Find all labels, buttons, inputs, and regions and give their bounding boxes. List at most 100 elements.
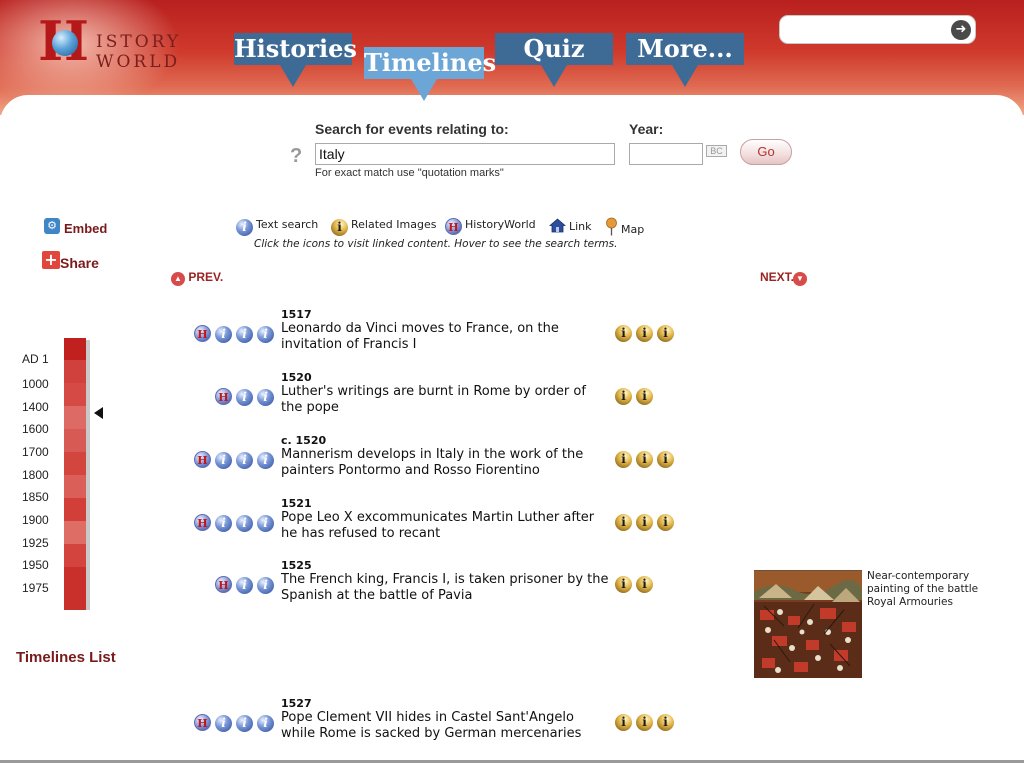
tab-pointer [672, 65, 698, 87]
info-icon[interactable]: i [215, 715, 232, 732]
arrow-right-circle-icon[interactable]: ➜ [951, 20, 971, 40]
event-link-icons: Hiii [190, 451, 274, 469]
share-plus-icon[interactable]: + [42, 251, 60, 269]
tab-quiz[interactable]: Quiz [495, 33, 613, 87]
image-icon: i [331, 219, 348, 236]
timeline-event: Hi i 1520 Luther's writings are burnt in Ro… [0, 371, 1024, 421]
image-icon[interactable]: i [615, 325, 632, 342]
image-icon[interactable]: i [615, 514, 632, 531]
info-icon[interactable]: i [236, 452, 253, 469]
arrow-down-icon: ▼ [793, 272, 808, 286]
help-icon[interactable]: ? [290, 145, 302, 168]
historyworld-icon[interactable]: H [194, 325, 211, 342]
legend-caption: Click the icons to visit linked content.… [254, 238, 618, 250]
image-icon[interactable]: i [615, 451, 632, 468]
image-icon[interactable]: i [636, 576, 653, 593]
timeline-event: Hi i i 1527 Pope Clement VII hides in Castel… [0, 697, 1024, 747]
next-link[interactable]: NEXT. ▼ [760, 270, 808, 286]
info-icon[interactable]: i [236, 326, 253, 343]
image-icon[interactable]: i [657, 451, 674, 468]
image-icon[interactable]: i [636, 451, 653, 468]
bc-toggle[interactable]: BC [706, 145, 727, 157]
year-input[interactable] [629, 143, 703, 165]
image-icon[interactable]: i [657, 714, 674, 731]
arrow-up-icon: ▲ [171, 272, 185, 286]
caption-text: Near-contemporary painting of the battle [867, 570, 979, 595]
info-icon[interactable]: i [257, 715, 274, 732]
info-icon[interactable]: i [257, 389, 274, 406]
embed-link[interactable]: Embed [64, 221, 107, 236]
share-link[interactable]: Share [60, 255, 99, 271]
timelines-list-link[interactable]: Timelines List [16, 649, 116, 666]
event-image-icons: iii [615, 451, 678, 469]
legend-label: Map [621, 223, 645, 236]
site-search-input[interactable] [788, 20, 948, 40]
image-icon[interactable]: i [615, 714, 632, 731]
timeline-event: Hi i i c. 1520 Mannerism develops in Italy i… [0, 434, 1024, 484]
image-icon[interactable]: i [636, 514, 653, 531]
tab-more[interactable]: More... [626, 33, 744, 87]
house-link-icon [548, 218, 567, 233]
event-text: The French king, Francis I, is taken pri… [281, 572, 609, 603]
info-icon[interactable]: i [215, 515, 232, 532]
event-text: Mannerism develops in Italy in the work … [281, 447, 584, 478]
image-icon[interactable]: i [636, 714, 653, 731]
legend-text-search: i Text search [236, 218, 318, 236]
info-icon[interactable]: i [236, 515, 253, 532]
logo-line1: ISTORY [96, 32, 182, 52]
timeline-event: Hi i i 1517 Leonardo da Vinci moves to Franc… [0, 308, 1024, 358]
tab-histories[interactable]: Histories [234, 33, 357, 87]
historyworld-icon[interactable]: H [194, 714, 211, 731]
event-date: 1520 [281, 371, 312, 384]
info-icon[interactable]: i [257, 577, 274, 594]
event-text: Luther's writings are burnt in Rome by o… [281, 384, 586, 415]
year-label: Year: [629, 121, 664, 137]
historyworld-icon[interactable]: H [194, 514, 211, 531]
event-search-input[interactable] [315, 143, 615, 165]
battle-of-pavia-painting[interactable] [754, 570, 862, 678]
info-icon[interactable]: i [215, 452, 232, 469]
tab-histories-label: Histories [234, 34, 357, 63]
tab-pointer [280, 65, 306, 87]
info-icon[interactable]: i [215, 326, 232, 343]
legend-label: Link [569, 220, 592, 233]
info-icon[interactable]: i [257, 326, 274, 343]
next-label: NEXT. [760, 270, 795, 284]
site-search-box: ➜ [779, 15, 976, 44]
embed-icon[interactable]: ⚙ [44, 218, 60, 234]
image-icon[interactable]: i [657, 514, 674, 531]
prev-link[interactable]: ▲ PREV. [171, 270, 223, 286]
historyworld-logo[interactable]: H ISTORY WORLD [38, 12, 188, 72]
event-date: c. 1520 [281, 434, 327, 447]
image-icon[interactable]: i [657, 325, 674, 342]
historyworld-icon[interactable]: H [194, 451, 211, 468]
event-image-icons: ii [615, 388, 657, 406]
event-image-icons: iii [615, 514, 678, 532]
legend-related-images: i Related Images [331, 218, 436, 236]
go-button[interactable]: Go [740, 139, 792, 165]
event-date: 1527 [281, 697, 312, 710]
info-icon[interactable]: i [236, 715, 253, 732]
info-icon[interactable]: i [236, 389, 253, 406]
tab-timelines[interactable]: Timelines [364, 47, 496, 101]
info-icon[interactable]: i [257, 515, 274, 532]
content-area [0, 95, 1024, 763]
historyworld-icon: H [445, 218, 462, 235]
image-icon[interactable]: i [615, 576, 632, 593]
tab-pointer [411, 79, 437, 101]
image-icon[interactable]: i [636, 325, 653, 342]
tab-more-label: More... [637, 34, 733, 63]
historyworld-icon[interactable]: H [215, 576, 232, 593]
event-link-icons: Hii [211, 388, 274, 406]
search-hint: For exact match use "quotation marks" [315, 167, 504, 179]
event-image-icons: iii [615, 714, 678, 732]
event-text: Pope Leo X excommunicates Martin Luther … [281, 510, 595, 541]
image-icon[interactable]: i [615, 388, 632, 405]
info-icon[interactable]: i [257, 452, 274, 469]
legend-historyworld: H HistoryWorld [445, 218, 536, 236]
caption-credit: Royal Armouries [867, 596, 953, 608]
info-icon[interactable]: i [236, 577, 253, 594]
legend-label: Related Images [351, 218, 437, 231]
image-icon[interactable]: i [636, 388, 653, 405]
historyworld-icon[interactable]: H [215, 388, 232, 405]
